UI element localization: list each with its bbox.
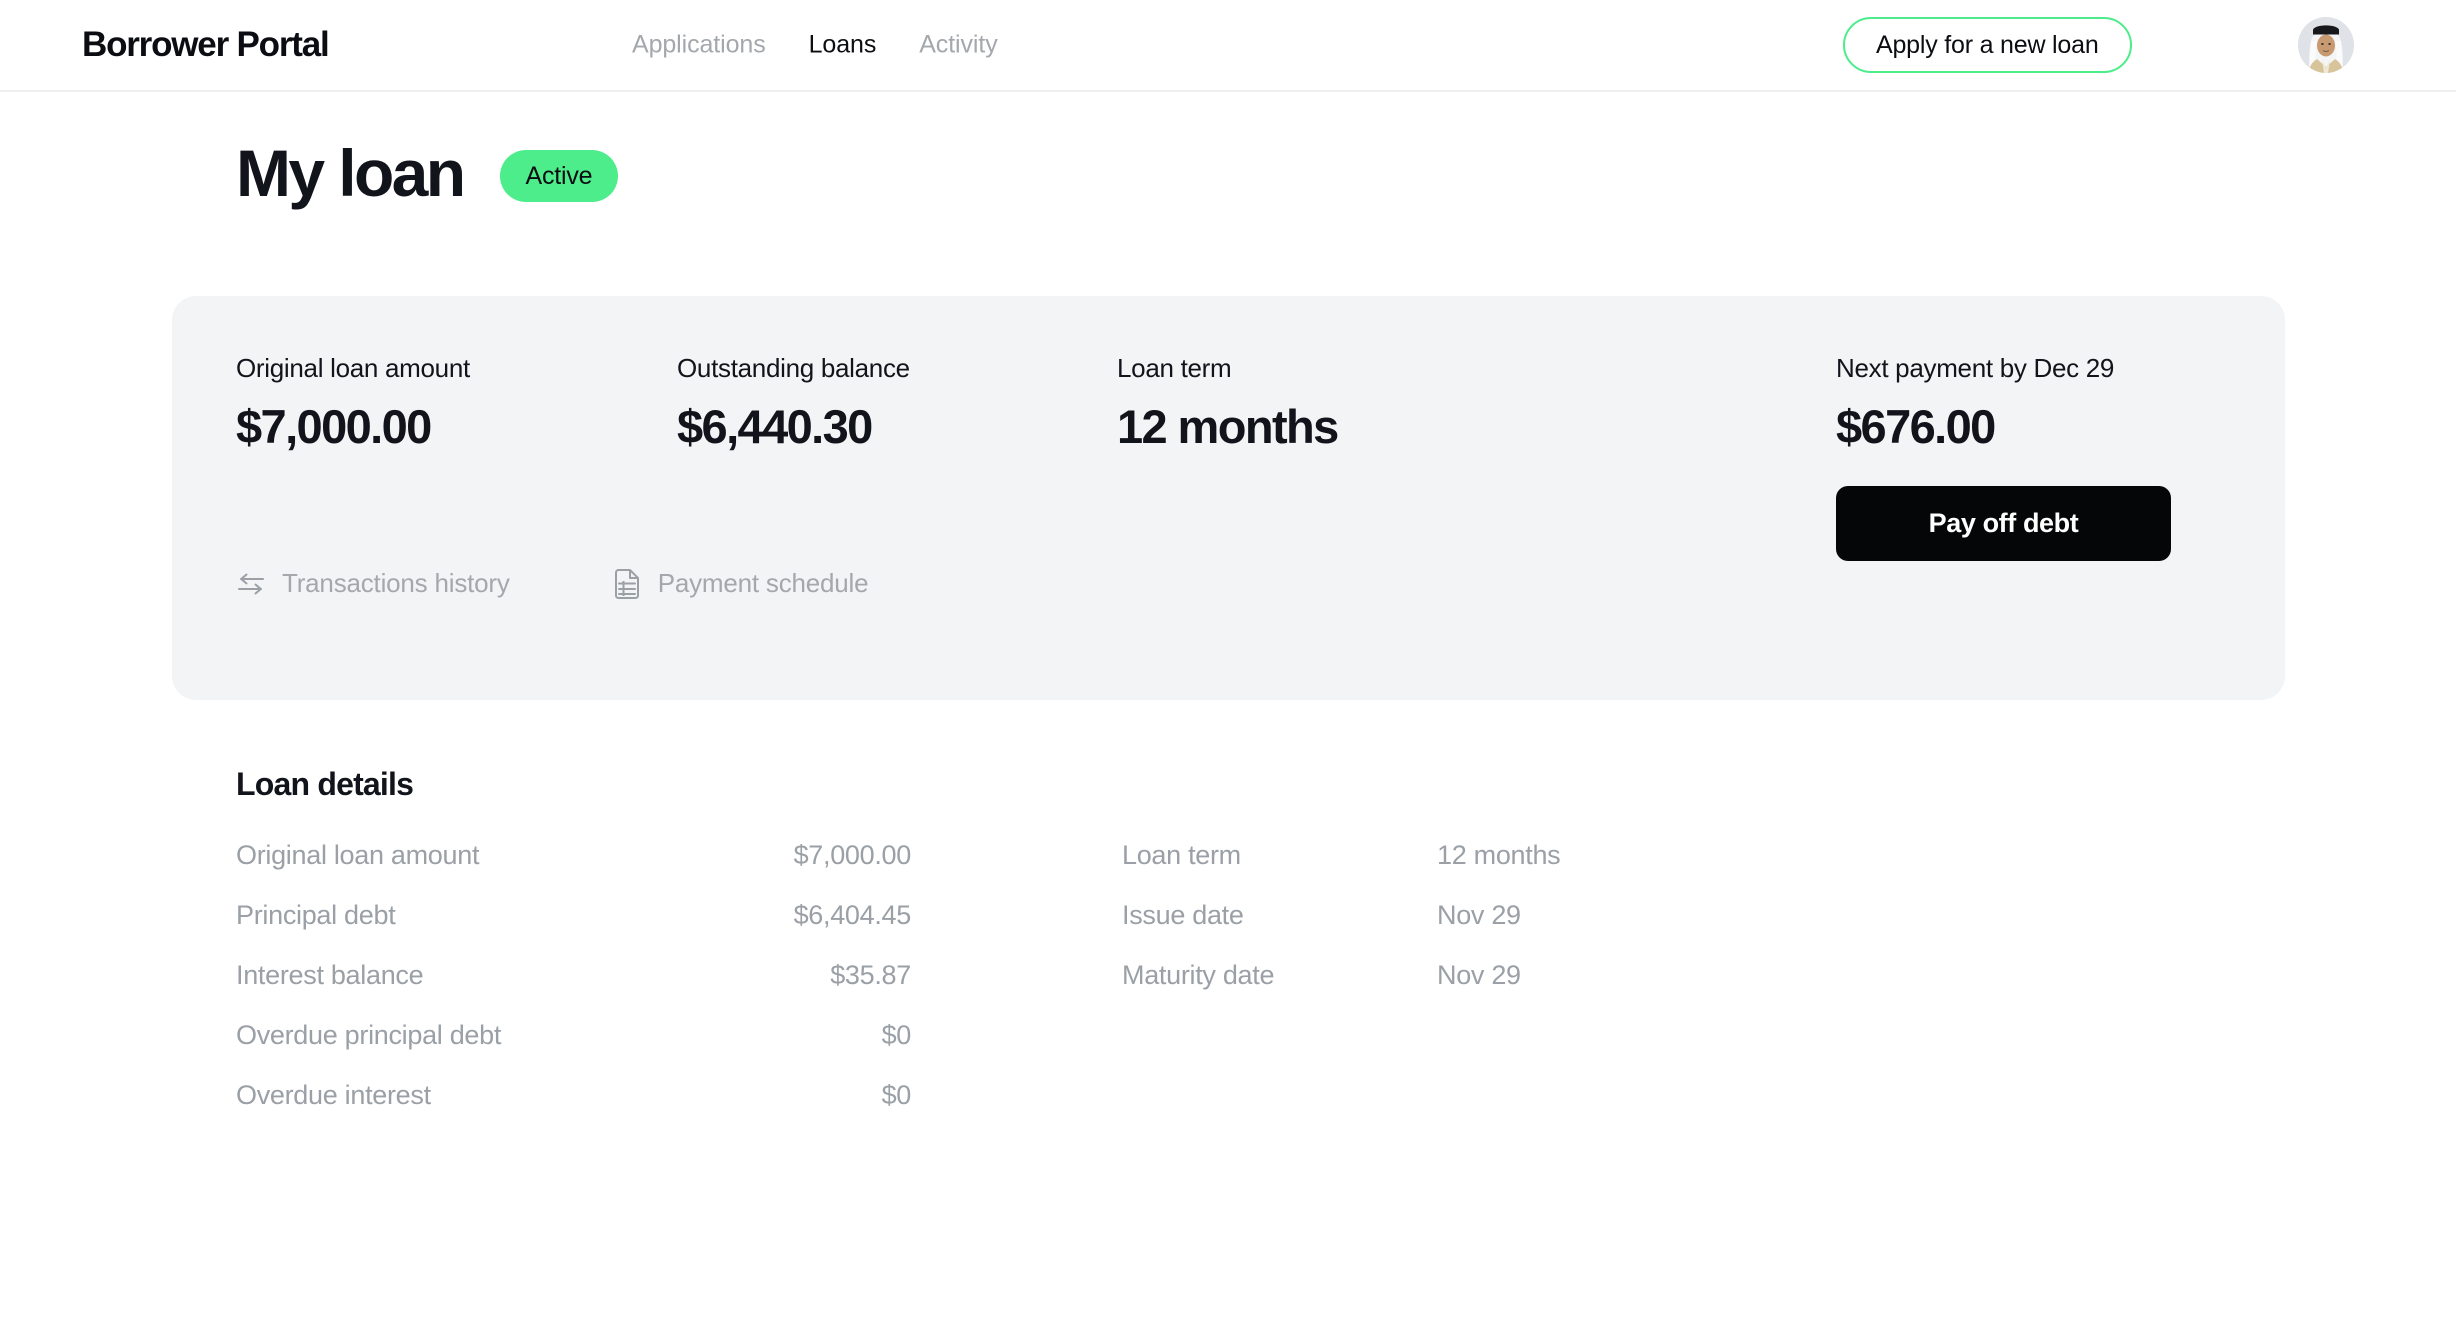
- brand-logo[interactable]: Borrower Portal: [82, 25, 329, 65]
- detail-label: Original loan amount: [236, 840, 479, 871]
- loan-summary-card: Original loan amount $7,000.00 Outstandi…: [172, 296, 2285, 700]
- loan-details-right-column: Loan term 12 months Issue date Nov 29 Ma…: [1122, 840, 1682, 1020]
- main-nav: Applications Loans Activity: [632, 31, 998, 60]
- detail-label: Issue date: [1122, 900, 1437, 931]
- detail-label: Interest balance: [236, 960, 423, 991]
- detail-label: Overdue principal debt: [236, 1020, 501, 1051]
- card-link-label: Payment schedule: [658, 568, 869, 599]
- detail-label: Overdue interest: [236, 1080, 431, 1111]
- page-title: My loan: [236, 140, 464, 206]
- detail-value: $0: [882, 1020, 911, 1051]
- document-schedule-icon: [612, 569, 642, 599]
- page-title-row: My loan Active: [236, 140, 618, 206]
- summary-label: Outstanding balance: [677, 353, 910, 384]
- summary-value: $7,000.00: [236, 401, 470, 453]
- detail-value: 12 months: [1437, 840, 1560, 871]
- summary-loan-term: Loan term 12 months: [1117, 353, 1338, 453]
- loan-details-left-column: Original loan amount $7,000.00 Principal…: [236, 840, 911, 1140]
- detail-row: Overdue interest $0: [236, 1080, 911, 1140]
- detail-row: Maturity date Nov 29: [1122, 960, 1682, 1020]
- loan-details-heading: Loan details: [236, 766, 413, 803]
- detail-row: Principal debt $6,404.45: [236, 900, 911, 960]
- summary-label: Original loan amount: [236, 353, 470, 384]
- detail-row: Issue date Nov 29: [1122, 900, 1682, 960]
- transactions-history-link[interactable]: Transactions history: [236, 568, 510, 599]
- detail-row: Overdue principal debt $0: [236, 1020, 911, 1080]
- avatar[interactable]: [2298, 17, 2354, 73]
- summary-outstanding-balance: Outstanding balance $6,440.30: [677, 353, 910, 453]
- summary-next-payment: Next payment by Dec 29 $676.00: [1836, 353, 2114, 453]
- card-links: Transactions history Payment schedule: [236, 568, 868, 599]
- detail-value: $35.87: [830, 960, 911, 991]
- detail-label: Maturity date: [1122, 960, 1437, 991]
- nav-item-activity[interactable]: Activity: [919, 31, 997, 60]
- nav-item-loans[interactable]: Loans: [809, 31, 877, 60]
- card-link-label: Transactions history: [282, 568, 510, 599]
- detail-value: Nov 29: [1437, 900, 1521, 931]
- detail-row: Interest balance $35.87: [236, 960, 911, 1020]
- detail-value: $7,000.00: [794, 840, 911, 871]
- detail-row: Original loan amount $7,000.00: [236, 840, 911, 900]
- payment-schedule-link[interactable]: Payment schedule: [612, 568, 869, 599]
- apply-for-new-loan-button[interactable]: Apply for a new loan: [1843, 17, 2132, 73]
- pay-off-debt-button[interactable]: Pay off debt: [1836, 486, 2171, 561]
- detail-value: Nov 29: [1437, 960, 1521, 991]
- nav-item-applications[interactable]: Applications: [632, 31, 766, 60]
- summary-label: Next payment by Dec 29: [1836, 353, 2114, 384]
- transfer-arrows-icon: [236, 569, 266, 599]
- summary-value: $6,440.30: [677, 401, 910, 453]
- detail-label: Principal debt: [236, 900, 395, 931]
- app-header: Borrower Portal Applications Loans Activ…: [0, 0, 2456, 92]
- summary-value: $676.00: [1836, 401, 2114, 453]
- status-badge: Active: [500, 150, 619, 202]
- detail-value: $0: [882, 1080, 911, 1111]
- summary-label: Loan term: [1117, 353, 1338, 384]
- summary-value: 12 months: [1117, 401, 1338, 453]
- summary-original-loan-amount: Original loan amount $7,000.00: [236, 353, 470, 453]
- detail-row: Loan term 12 months: [1122, 840, 1682, 900]
- detail-label: Loan term: [1122, 840, 1437, 871]
- detail-value: $6,404.45: [794, 900, 911, 931]
